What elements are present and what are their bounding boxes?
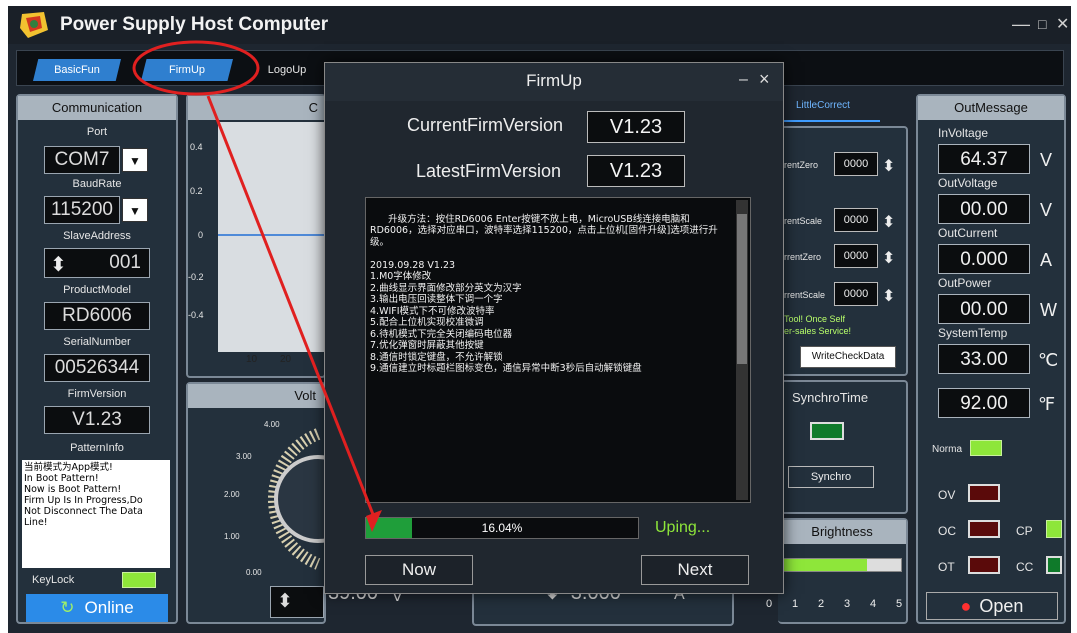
annotation-overlay xyxy=(132,40,382,532)
annotation-ellipse xyxy=(132,40,260,96)
annotation-arrowhead xyxy=(366,510,382,532)
annotation-arrow xyxy=(206,95,378,523)
